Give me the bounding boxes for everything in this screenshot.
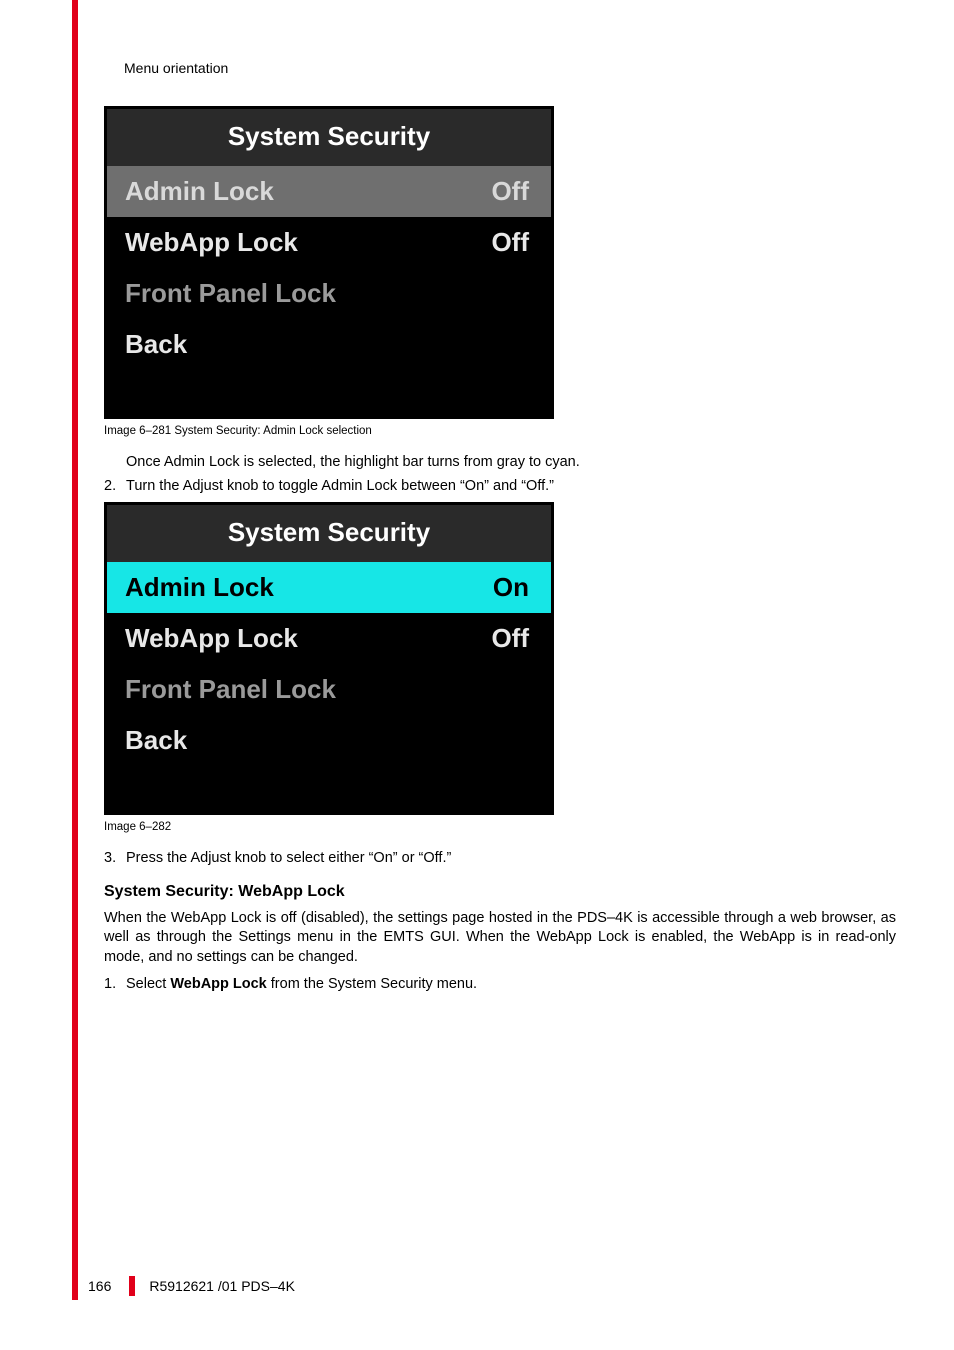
page-footer: 166 R5912621 /01 PDS–4K bbox=[88, 1276, 295, 1296]
footer-red-bar bbox=[129, 1276, 135, 1296]
step-2: 2. Turn the Adjust knob to toggle Admin … bbox=[104, 477, 896, 497]
step-text: Select WebApp Lock from the System Secur… bbox=[126, 975, 896, 995]
section-heading-webapp-lock: System Security: WebApp Lock bbox=[104, 883, 896, 901]
menu-item-label: WebApp Lock bbox=[125, 623, 298, 654]
step-3: 3. Press the Adjust knob to select eithe… bbox=[104, 849, 896, 869]
figure-caption-2: Image 6–282 bbox=[104, 821, 896, 833]
menu-item-value: Off bbox=[491, 176, 529, 207]
figure-caption-1: Image 6–281 System Security: Admin Lock … bbox=[104, 425, 896, 437]
system-security-menu-2: System Security Admin Lock On WebApp Loc… bbox=[104, 502, 554, 815]
menu-spacer bbox=[107, 370, 551, 416]
step-text: Press the Adjust knob to select either “… bbox=[126, 849, 896, 869]
menu-item-label: Front Panel Lock bbox=[125, 278, 336, 309]
step-number: 2. bbox=[104, 477, 126, 497]
page-header-breadcrumb: Menu orientation bbox=[124, 60, 228, 76]
menu-title: System Security bbox=[107, 109, 551, 166]
menu-item-value: On bbox=[493, 572, 529, 603]
menu-item-label: Front Panel Lock bbox=[125, 674, 336, 705]
menu-item-front-panel-lock[interactable]: Front Panel Lock bbox=[107, 664, 551, 715]
menu-item-value: Off bbox=[491, 623, 529, 654]
step-text-suffix: from the System Security menu. bbox=[267, 976, 477, 992]
paragraph-webapp-lock: When the WebApp Lock is off (disabled), … bbox=[104, 909, 896, 968]
menu-item-front-panel-lock[interactable]: Front Panel Lock bbox=[107, 268, 551, 319]
menu-spacer bbox=[107, 766, 551, 812]
system-security-menu-1: System Security Admin Lock Off WebApp Lo… bbox=[104, 106, 554, 419]
menu-item-back[interactable]: Back bbox=[107, 715, 551, 766]
menu-item-admin-lock[interactable]: Admin Lock On bbox=[107, 562, 551, 613]
step-text-bold: WebApp Lock bbox=[170, 976, 266, 992]
step-number: 1. bbox=[104, 975, 126, 995]
paragraph-admin-lock-selected: Once Admin Lock is selected, the highlig… bbox=[126, 453, 896, 473]
menu-item-webapp-lock[interactable]: WebApp Lock Off bbox=[107, 613, 551, 664]
menu-item-label: Admin Lock bbox=[125, 176, 274, 207]
menu-title: System Security bbox=[107, 505, 551, 562]
step-number: 3. bbox=[104, 849, 126, 869]
menu-item-label: Admin Lock bbox=[125, 572, 274, 603]
step-webapp-1: 1. Select WebApp Lock from the System Se… bbox=[104, 975, 896, 995]
menu-item-label: WebApp Lock bbox=[125, 227, 298, 258]
menu-item-back[interactable]: Back bbox=[107, 319, 551, 370]
step-text-prefix: Select bbox=[126, 976, 170, 992]
footer-doc-id: R5912621 /01 PDS–4K bbox=[149, 1278, 295, 1294]
step-text: Turn the Adjust knob to toggle Admin Loc… bbox=[126, 477, 896, 497]
menu-item-admin-lock[interactable]: Admin Lock Off bbox=[107, 166, 551, 217]
menu-item-label: Back bbox=[125, 725, 187, 756]
menu-item-webapp-lock[interactable]: WebApp Lock Off bbox=[107, 217, 551, 268]
footer-page-number: 166 bbox=[88, 1278, 111, 1294]
menu-item-value: Off bbox=[491, 227, 529, 258]
left-red-bar bbox=[72, 0, 78, 1300]
menu-item-label: Back bbox=[125, 329, 187, 360]
